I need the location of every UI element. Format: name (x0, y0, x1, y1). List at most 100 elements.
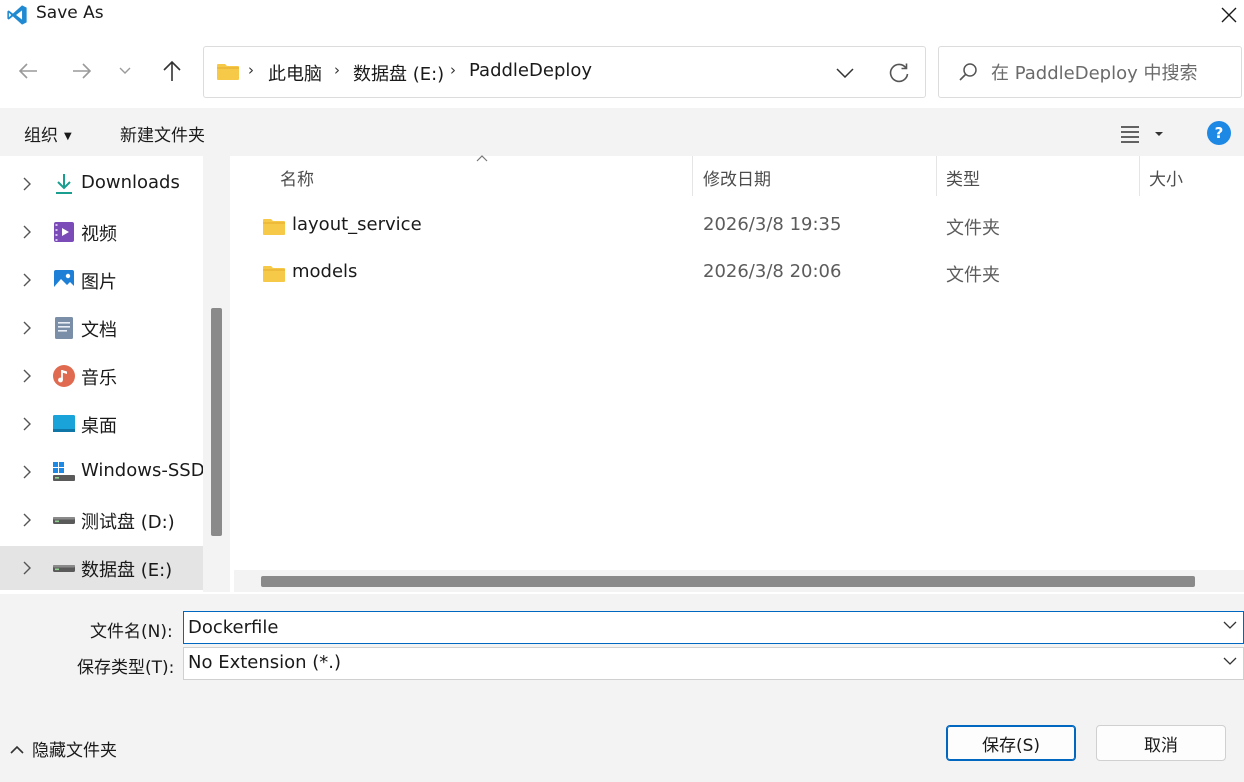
window-title: Save As (36, 3, 104, 23)
close-icon (1221, 7, 1237, 23)
sidebar-item-desktop[interactable]: 桌面 (0, 402, 203, 446)
file-list: 名称 修改日期 类型 大小 layout_service 2026/3/8 19… (234, 155, 1244, 592)
recent-locations-button[interactable] (111, 56, 139, 86)
arrow-up-icon (163, 60, 181, 81)
horizontal-scrollbar-track[interactable] (234, 570, 1244, 592)
chevron-down-icon (119, 67, 131, 74)
sidebar-item-music[interactable]: 音乐 (0, 354, 203, 398)
column-header-type[interactable]: 类型 (946, 165, 980, 190)
sidebar-item-pictures[interactable]: 图片 (0, 258, 203, 302)
sidebar-item-downloads[interactable]: Downloads (0, 162, 203, 206)
chevron-down-icon[interactable] (1223, 621, 1237, 630)
cancel-button[interactable]: 取消 (1096, 725, 1226, 761)
filetype-label: 保存类型(T): (77, 658, 175, 678)
title-bar: Save As (0, 0, 1244, 30)
horizontal-scrollbar-thumb[interactable] (261, 576, 1195, 587)
file-row[interactable]: layout_service 2026/3/8 19:35 文件夹 (234, 205, 1244, 249)
music-icon (53, 365, 75, 387)
file-name: layout_service (292, 214, 422, 235)
back-button[interactable] (13, 56, 43, 86)
filetype-select[interactable]: No Extension (*.) (183, 647, 1244, 680)
view-options-button[interactable] (1118, 120, 1170, 146)
sidebar-item-label: 音乐 (81, 368, 117, 389)
navigation-pane: Downloads 视频 图片 文档 音乐 桌面 Windows-SSD 测试盘… (0, 156, 230, 592)
file-type: 文件夹 (946, 265, 1000, 286)
sidebar-item-windows-ssd[interactable]: Windows-SSD (0, 450, 205, 494)
filename-field[interactable] (183, 611, 1244, 644)
search-icon (959, 63, 977, 81)
column-divider[interactable] (692, 156, 693, 196)
sidebar-item-test-drive[interactable]: 测试盘 (D:) (0, 498, 203, 542)
file-type: 文件夹 (946, 218, 1000, 239)
column-header-size[interactable]: 大小 (1149, 165, 1183, 190)
forward-button[interactable] (67, 56, 97, 86)
chevron-down-icon (836, 68, 854, 78)
sidebar-item-label: 数据盘 (E:) (81, 560, 173, 581)
chevron-right-icon (23, 465, 31, 479)
breadcrumb-this-pc[interactable]: 此电脑 (268, 60, 322, 86)
drive-icon (53, 565, 75, 572)
refresh-icon (889, 63, 909, 83)
file-name: models (292, 261, 358, 282)
sidebar-item-documents[interactable]: 文档 (0, 306, 203, 350)
organize-label: 组织 (24, 126, 58, 146)
refresh-button[interactable] (884, 59, 914, 87)
address-bar[interactable]: › 此电脑 › 数据盘 (E:) › PaddleDeploy (203, 46, 926, 98)
list-view-icon (1121, 126, 1163, 143)
navigation-scrollbar-thumb[interactable] (211, 308, 222, 536)
hide-folders-toggle[interactable]: 隐藏文件夹 (10, 736, 117, 761)
file-modified: 2026/3/8 19:35 (703, 214, 842, 235)
sidebar-item-label: 视频 (81, 224, 117, 245)
dialog-footer: 隐藏文件夹 保存(S) 取消 (0, 692, 1244, 782)
download-icon (56, 174, 72, 194)
breadcrumb-separator: › (334, 61, 340, 79)
chevron-right-icon (23, 177, 31, 191)
caret-up-icon (10, 745, 24, 754)
chevron-right-icon (23, 321, 31, 335)
help-button[interactable]: ? (1207, 121, 1231, 145)
file-modified: 2026/3/8 20:06 (703, 261, 842, 282)
chevron-right-icon (23, 417, 31, 431)
close-button[interactable] (1214, 2, 1244, 28)
breadcrumb-paddledeploy[interactable]: PaddleDeploy (469, 60, 592, 81)
sidebar-item-data-drive[interactable]: 数据盘 (E:) (0, 546, 203, 590)
chevron-down-icon[interactable] (1223, 657, 1237, 666)
column-divider[interactable] (1139, 156, 1140, 196)
save-button[interactable]: 保存(S) (946, 725, 1076, 761)
sidebar-item-label: Downloads (81, 172, 180, 193)
new-folder-button[interactable]: 新建文件夹 (120, 121, 205, 146)
chevron-right-icon (23, 561, 31, 575)
up-button[interactable] (157, 56, 187, 86)
breadcrumb-data-drive[interactable]: 数据盘 (E:) (353, 60, 444, 86)
address-history-button[interactable] (832, 61, 858, 85)
file-row[interactable]: models 2026/3/8 20:06 文件夹 (234, 252, 1244, 296)
sort-ascending-icon (476, 155, 488, 162)
folder-icon (263, 266, 285, 282)
organize-menu[interactable]: 组织 ▼ (24, 121, 72, 146)
column-header-name[interactable]: 名称 (280, 165, 314, 190)
vscode-icon (7, 5, 27, 25)
breadcrumb-separator: › (248, 61, 254, 79)
sidebar-item-label: 测试盘 (D:) (81, 512, 175, 533)
command-bar: 组织 ▼ 新建文件夹 (0, 108, 1244, 156)
search-input[interactable] (991, 59, 1231, 87)
chevron-right-icon (23, 369, 31, 383)
document-icon (55, 317, 73, 339)
pictures-icon (54, 270, 74, 290)
column-header-modified[interactable]: 修改日期 (703, 165, 771, 190)
hide-folders-label: 隐藏文件夹 (32, 741, 117, 761)
arrow-right-icon (73, 63, 92, 79)
sidebar-item-label: 图片 (81, 272, 117, 293)
folder-icon (263, 219, 285, 235)
sidebar-item-videos[interactable]: 视频 (0, 210, 203, 254)
filename-input[interactable] (188, 615, 1188, 640)
video-icon (54, 222, 74, 242)
save-as-dialog: Save As › 此电脑 › 数据盘 (E:) › PaddleDeploy … (0, 0, 1244, 782)
column-divider[interactable] (936, 156, 937, 196)
filename-label: 文件名(N): (90, 622, 173, 642)
desktop-icon (53, 415, 75, 432)
caret-down-icon: ▼ (64, 131, 72, 142)
filetype-value: No Extension (*.) (188, 652, 342, 673)
search-box[interactable] (938, 46, 1242, 98)
breadcrumb-separator: › (450, 61, 456, 79)
